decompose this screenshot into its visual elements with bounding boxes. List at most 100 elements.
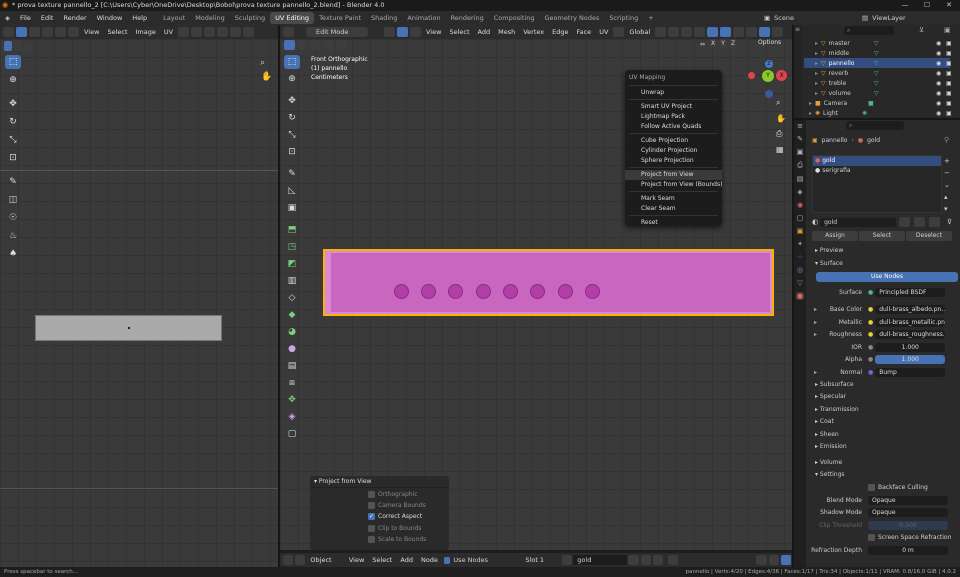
modifier-tab-icon[interactable]: ✦ <box>797 240 803 248</box>
material-browse-icon[interactable] <box>562 555 573 565</box>
select-invert-icon[interactable] <box>323 40 334 50</box>
select-new-icon[interactable] <box>284 40 295 50</box>
move-up-icon[interactable]: ▴ <box>944 193 950 201</box>
object-tab-icon[interactable]: ▣ <box>797 227 804 235</box>
material-name-field[interactable]: gold <box>573 555 628 565</box>
scale-to-bounds-option[interactable]: Scale to Bounds <box>368 535 449 547</box>
annotate-tool-icon[interactable]: ✎ <box>5 175 21 189</box>
select-subtract-icon[interactable] <box>24 41 32 51</box>
shader-menu-select[interactable]: Select <box>368 556 396 564</box>
filter-icon[interactable]: ⊽ <box>947 218 952 226</box>
relax-tool-icon[interactable]: ♨ <box>5 229 21 243</box>
face-select-icon[interactable] <box>55 27 66 37</box>
outliner-item-treble[interactable]: ▸ ▽ treble ▽ ◉ ▣ <box>804 78 952 88</box>
base-color-field[interactable]: dull-brass_albedo.pn... <box>875 305 946 315</box>
surface-section[interactable]: ▾ Surface <box>810 258 958 271</box>
refraction-depth-field[interactable]: 0 m <box>868 545 948 555</box>
emission-section[interactable]: ▸ Emission <box>810 441 958 454</box>
tab-texture-paint[interactable]: Texture Paint <box>314 12 366 24</box>
menu-sphere-projection[interactable]: Sphere Projection <box>625 156 722 166</box>
metallic-field[interactable]: dull-brass_metallic.png <box>875 317 946 327</box>
visibility-eye-icon[interactable]: ◉ <box>936 60 941 67</box>
use-nodes-button[interactable]: Use Nodes <box>816 272 958 282</box>
assign-button[interactable]: Assign <box>812 231 858 241</box>
volume-section[interactable]: ▸ Volume <box>810 457 958 470</box>
surface-shader-field[interactable]: Principled BSDF <box>875 287 946 297</box>
select-box-tool-icon[interactable]: ⬚ <box>5 55 21 69</box>
menu-file[interactable]: File <box>15 14 36 22</box>
scale-to-bounds-checkbox[interactable] <box>368 535 375 543</box>
mesh-data-icon[interactable]: ▽ <box>874 80 879 87</box>
rotate-tool-icon[interactable]: ↻ <box>5 115 21 129</box>
shear-tool-icon[interactable]: ✥ <box>284 393 300 407</box>
shading-material-icon[interactable] <box>759 27 771 37</box>
expand-arrow-icon[interactable]: ▸ <box>804 60 818 67</box>
outliner-filter-dropdown-icon[interactable]: ⊻ <box>919 26 924 34</box>
cursor-tool-icon[interactable]: ⊕ <box>5 73 21 87</box>
blend-mode-dropdown[interactable]: Opaque <box>868 495 948 505</box>
new-collection-icon[interactable]: ▣ <box>944 26 951 34</box>
scene-tab-icon[interactable]: ◈ <box>797 188 802 196</box>
tab-uv-editing[interactable]: UV Editing <box>270 12 315 24</box>
correct-aspect-option[interactable]: ✓ Correct Aspect <box>368 513 449 524</box>
render-camera-icon[interactable]: ▣ <box>946 100 952 107</box>
redo-panel-header[interactable]: ▾ Project from View <box>310 476 449 488</box>
vertex-mode-icon[interactable] <box>384 27 395 37</box>
tab-layout[interactable]: Layout <box>158 12 190 24</box>
mesh-panel-face[interactable] <box>323 249 774 316</box>
expand-arrow-icon[interactable]: ▸ <box>804 80 818 87</box>
properties-search-input[interactable]: ⌕ <box>846 121 904 130</box>
data-tab-icon[interactable]: ▽ <box>797 279 802 287</box>
pivot-icon[interactable] <box>655 27 667 37</box>
select-extend-icon[interactable] <box>297 40 308 50</box>
editor-type-icon[interactable] <box>283 27 294 37</box>
edge-mode-icon[interactable] <box>397 27 408 37</box>
subsurface-section[interactable]: ▸ Subsurface <box>810 379 958 392</box>
roughness-field[interactable]: dull-brass_roughness.... <box>875 330 946 340</box>
add-slot-icon[interactable]: + <box>944 157 950 165</box>
expand-arrow-icon[interactable]: ▸ <box>804 70 818 77</box>
expand-arrow-icon[interactable]: ▸ <box>804 100 812 107</box>
light-data-icon[interactable]: ✺ <box>862 110 867 117</box>
fake-user-icon[interactable] <box>628 555 639 565</box>
mesh-data-icon[interactable]: ▽ <box>874 60 879 67</box>
expand-arrow-icon[interactable]: ▸ <box>804 50 818 57</box>
zoom-icon[interactable]: ⌕ <box>776 98 786 108</box>
move-tool-icon[interactable]: ✥ <box>5 97 21 111</box>
remove-slot-icon[interactable]: − <box>944 169 950 177</box>
scale-tool-icon[interactable]: ⤡ <box>5 133 21 147</box>
clip-to-bounds-option[interactable]: Clip to Bounds <box>368 524 449 536</box>
move-down-icon[interactable]: ▾ <box>944 205 950 213</box>
clip-threshold-field[interactable]: 0.500 <box>868 520 948 530</box>
viewlayer-selector[interactable]: ▤ ViewLayer <box>862 12 952 24</box>
render-camera-icon[interactable]: ▣ <box>946 80 952 87</box>
render-camera-icon[interactable]: ▣ <box>946 90 952 97</box>
render-camera-icon[interactable]: ▣ <box>946 70 952 77</box>
transform-tool-icon[interactable]: ⊡ <box>284 145 300 159</box>
tab-animation[interactable]: Animation <box>402 12 445 24</box>
select-subtract-icon[interactable] <box>310 40 321 50</box>
spin-tool-icon[interactable]: ◕ <box>284 325 300 339</box>
edge-slide-tool-icon[interactable]: ▤ <box>284 359 300 373</box>
sheen-section[interactable]: ▸ Sheen <box>810 429 958 442</box>
inset-tool-icon[interactable]: ◳ <box>284 240 300 254</box>
alpha-field[interactable]: 1.000 <box>875 355 946 365</box>
shader-menu-node[interactable]: Node <box>417 556 442 564</box>
backface-culling-checkbox[interactable] <box>868 484 875 492</box>
expand-arrow-icon[interactable]: ▸ <box>814 369 817 376</box>
outliner-item-light[interactable]: ▸ ✺ Light ✺ ◉ ▣ <box>804 108 952 118</box>
slot-selector[interactable]: Slot 1 <box>521 556 548 564</box>
edge-select-icon[interactable] <box>42 27 53 37</box>
gizmo-icon[interactable] <box>707 27 719 37</box>
duplicate-material-icon[interactable] <box>913 217 925 227</box>
use-nodes-checkbox[interactable] <box>443 556 451 564</box>
editor-type-icon[interactable] <box>3 27 14 37</box>
close-button[interactable]: ✕ <box>938 0 960 11</box>
unlink-material-icon[interactable] <box>928 217 940 227</box>
snap-mirror-icon[interactable]: ⇔ <box>700 41 705 48</box>
rip-tool-icon[interactable]: ◫ <box>5 193 21 207</box>
orthographic-option[interactable]: Orthographic <box>368 491 449 502</box>
pinch-tool-icon[interactable]: ♠ <box>5 247 21 261</box>
render-camera-icon[interactable]: ▣ <box>946 50 952 57</box>
mesh-data-icon[interactable]: ▽ <box>874 40 879 47</box>
